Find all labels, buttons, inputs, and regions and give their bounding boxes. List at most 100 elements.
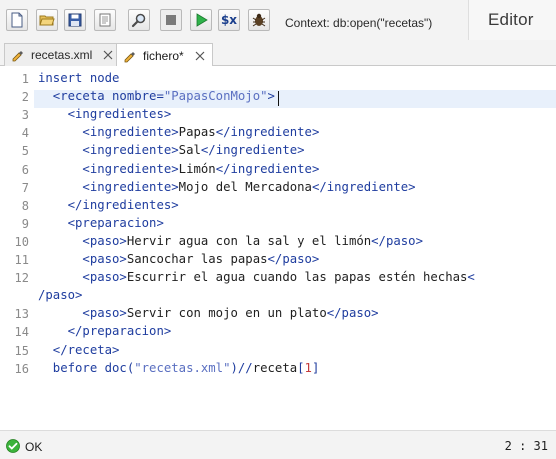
code-line[interactable]: </preparacion>	[38, 324, 172, 339]
code-token: </ingrediente>	[215, 125, 320, 140]
code-line[interactable]: </receta>	[38, 342, 120, 357]
code-token: <paso>	[38, 233, 127, 248]
code-token: </receta>	[38, 342, 120, 357]
code-line[interactable]: </ingredientes>	[38, 198, 179, 212]
stop-icon	[166, 15, 176, 25]
code-token: "recetas.xml"	[134, 360, 231, 375]
line-number: 14	[14, 325, 29, 340]
tab-recetas-xml[interactable]: recetas.xml	[4, 43, 122, 66]
code-token: Papas	[178, 125, 216, 140]
code-token: <ingrediente>	[38, 179, 179, 194]
line-number: 9	[21, 216, 29, 231]
code-line[interactable]: <paso>Escurrir el agua cuando las papas …	[38, 270, 475, 285]
code-token: <paso>	[38, 306, 127, 321]
variables-icon: $x	[220, 13, 238, 27]
code-token: </paso>	[371, 233, 423, 248]
debug-button[interactable]	[248, 9, 270, 31]
line-number: 1	[21, 72, 29, 86]
line-number: 6	[21, 162, 29, 177]
code-token: </paso>	[326, 306, 379, 321]
variables-button[interactable]: $x	[218, 9, 240, 31]
file-edit-icon	[124, 51, 135, 62]
code-line[interactable]: before doc("recetas.xml")//receta[1]	[38, 360, 320, 375]
code-line[interactable]: /paso>	[38, 288, 82, 302]
code-token: )//	[230, 360, 253, 375]
code-token: <paso>	[38, 252, 127, 266]
panel-title: Editor	[488, 10, 534, 29]
code-line[interactable]: insert node	[38, 71, 119, 85]
line-number: 11	[14, 253, 29, 267]
code-line[interactable]: <preparacion>	[38, 216, 164, 230]
context-label: Context: db:open("recetas")	[285, 16, 433, 30]
code-token: <paso>	[38, 270, 127, 285]
code-token: <ingrediente>	[38, 125, 179, 140]
code-line[interactable]: <ingrediente>Sal</ingrediente>	[38, 143, 305, 158]
code-token: <ingrediente>	[38, 143, 179, 158]
code-token: </ingrediente>	[200, 143, 305, 158]
run-icon	[196, 13, 208, 27]
stop-button[interactable]	[160, 9, 182, 31]
code-editor[interactable]: 1 insert node 2 <receta nombre="PapasConMo…	[0, 66, 556, 430]
code-line[interactable]: <receta nombre="PapasConMojo">	[38, 89, 275, 103]
code-token: /paso>	[38, 288, 83, 303]
open-button[interactable]	[36, 9, 58, 31]
code-token: Sancochar las papas	[126, 252, 268, 266]
tab-fichero[interactable]: fichero*	[116, 43, 213, 67]
status-bar: OK 2 : 31	[0, 430, 556, 459]
code-token: <preparacion>	[38, 215, 164, 230]
ok-check-icon	[6, 439, 20, 453]
code-token: insert node	[38, 71, 120, 85]
line-number: 15	[14, 343, 29, 358]
toolbar: $x Context: db:open("recetas") Editor	[0, 0, 556, 40]
line-number: 7	[21, 180, 29, 195]
line-number: 2	[21, 90, 29, 105]
code-line[interactable]: <ingredientes>	[38, 107, 172, 122]
file-edit-icon	[12, 51, 23, 62]
code-token: before doc(	[38, 360, 135, 375]
new-file-button[interactable]	[6, 9, 28, 31]
code-token: Mojo del Mercadona	[178, 179, 312, 194]
close-icon[interactable]	[194, 50, 206, 62]
close-icon[interactable]	[102, 49, 114, 61]
tab-label: fichero*	[143, 48, 184, 63]
debug-bug-icon	[252, 13, 266, 27]
code-token: </paso>	[267, 252, 320, 266]
line-number: 12	[14, 271, 29, 286]
code-line[interactable]: <ingrediente>Mojo del Mercadona</ingredi…	[38, 179, 416, 194]
code-token: Escurrir el agua cuando las papas estén …	[126, 270, 468, 285]
save-button[interactable]	[64, 9, 86, 31]
code-token: </ingrediente>	[311, 179, 416, 194]
find-button[interactable]	[128, 9, 150, 31]
code-token: Servir con mojo en un plato	[126, 306, 327, 321]
code-token: [	[297, 360, 305, 375]
line-number: 3	[21, 108, 29, 123]
code-token: <ingrediente>	[38, 161, 179, 176]
code-token: 1	[304, 360, 312, 375]
code-line[interactable]: <ingrediente>Papas</ingrediente>	[38, 125, 319, 139]
code-token: ]	[311, 360, 320, 375]
line-number: 13	[14, 307, 29, 322]
code-token: Hervir agua con la sal y el limón	[126, 233, 372, 248]
code-line[interactable]: <paso>Hervir agua con la sal y el limón<…	[38, 234, 423, 248]
code-token: <	[467, 270, 475, 285]
code-token: <ingredientes>	[38, 107, 172, 122]
document-icon	[99, 13, 111, 27]
tab-label: recetas.xml	[31, 48, 93, 62]
status-text: OK	[25, 440, 43, 454]
code-token: "PapasConMojo"	[163, 89, 268, 104]
code-token: </preparacion>	[38, 324, 172, 339]
line-number: 5	[21, 144, 29, 159]
line-number: 4	[21, 126, 29, 141]
text-caret	[278, 91, 279, 106]
run-button[interactable]	[190, 9, 212, 31]
code-line[interactable]: <ingrediente>Limón</ingrediente>	[38, 162, 319, 176]
code-token: >	[267, 89, 275, 104]
document-button[interactable]	[94, 9, 116, 31]
code-token: </ingredientes>	[38, 197, 179, 212]
open-folder-icon	[39, 15, 55, 26]
new-file-icon	[11, 12, 23, 28]
code-line[interactable]: <paso>Sancochar las papas</paso>	[38, 252, 319, 266]
code-token: Sal	[178, 143, 201, 158]
code-line[interactable]: <paso>Servir con mojo en un plato</paso>	[38, 306, 379, 321]
code-token: receta	[252, 360, 298, 375]
